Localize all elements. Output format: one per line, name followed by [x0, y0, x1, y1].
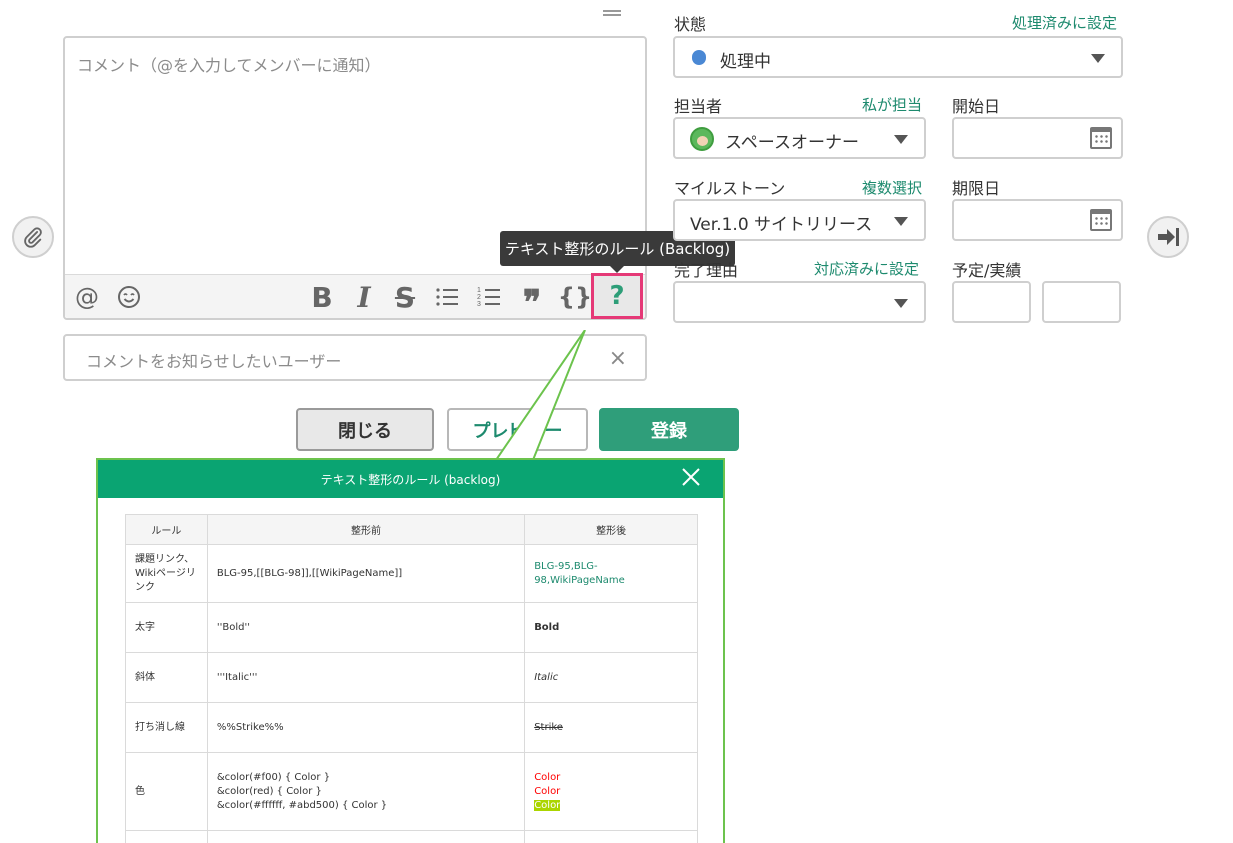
tooltip-arrow — [610, 266, 624, 273]
hours-label: 予定/実績 — [952, 261, 1022, 280]
table-header-row: ルール 整形前 整形後 — [125, 514, 698, 545]
status-color-dot — [692, 50, 706, 65]
resize-handle[interactable] — [603, 10, 621, 16]
table-row: 斜体 '''Italic''' Italic — [125, 652, 698, 703]
rule-cell: 色 — [125, 752, 208, 831]
resolution-select[interactable] — [673, 281, 926, 323]
multi-select-link[interactable]: 複数選択 — [862, 177, 922, 198]
assign-to-me-link[interactable]: 私が担当 — [862, 94, 922, 115]
chevron-down-icon — [894, 299, 908, 308]
before-cell: %%Strike%% — [206, 702, 526, 753]
avatar — [690, 127, 714, 151]
milestone-value: Ver.1.0 サイトリリース — [690, 215, 873, 235]
formatting-help-button[interactable]: ? — [591, 273, 643, 319]
numbered-list-icon: 1 2 3 — [477, 287, 500, 308]
table-row: 打ち消し線 %%Strike%% Strike — [125, 702, 698, 753]
before-line: &color(#ffffff, #abd500) { Color } — [216, 799, 388, 811]
table-row: 色 &color(#f00) { Color } &color(red) { C… — [125, 752, 698, 831]
after-line: Color — [534, 771, 561, 783]
due-date-field[interactable] — [952, 199, 1123, 241]
after-cell: Italic — [524, 652, 698, 703]
before-cell: '''Italic''' — [206, 652, 526, 703]
rule-cell: 太字 — [125, 602, 208, 653]
assignee-label: 担当者 — [674, 97, 723, 116]
svg-text:2: 2 — [477, 294, 481, 301]
after-cell: BLG-95,BLG-98,WikiPageName — [524, 544, 698, 603]
dialog-header: テキスト整形のルール (backlog) — [98, 460, 723, 498]
svg-text:1: 1 — [477, 287, 481, 294]
dialog-title: テキスト整形のルール (backlog) — [320, 472, 501, 487]
start-date-label: 開始日 — [952, 97, 1001, 116]
notify-users-placeholder: コメントをお知らせしたいユーザー — [86, 352, 342, 371]
after-line: Color — [534, 785, 561, 797]
rule-cell: 斜体 — [125, 652, 208, 703]
numbered-list-button[interactable]: 1 2 3 — [475, 275, 503, 319]
actual-hours-field[interactable] — [1042, 281, 1121, 323]
start-date-field[interactable] — [952, 117, 1123, 159]
comment-placeholder: コメント（@を入力してメンバーに通知） — [77, 56, 381, 75]
chevron-down-icon — [894, 217, 908, 226]
rules-table: ルール 整形前 整形後 課題リンク、Wikiページリンク BLG-95,[[BL… — [125, 514, 698, 843]
svg-text:3: 3 — [477, 301, 481, 308]
set-fixed-link[interactable]: 対応済みに設定 — [814, 258, 919, 279]
status-label: 状態 — [674, 15, 707, 34]
rule-cell: 打ち消し線 — [125, 702, 208, 753]
code-button[interactable]: {} — [558, 275, 592, 319]
after-cell: Bold — [524, 602, 698, 653]
table-row: 太字 ''Bold'' Bold — [125, 602, 698, 653]
table-row: 課題リンク、Wikiページリンク BLG-95,[[BLG-98]],[[Wik… — [125, 544, 698, 603]
submit-button[interactable]: 登録 — [599, 408, 739, 451]
chevron-down-icon — [1091, 54, 1105, 63]
before-line: &color(#f00) { Color } — [216, 771, 331, 783]
before-cell: &color(#f00) { Color } &color(red) { Col… — [206, 752, 526, 831]
status-value: 処理中 — [720, 52, 771, 72]
close-icon[interactable] — [681, 467, 701, 487]
highlighted-color-sample: Color — [534, 799, 561, 811]
before-cell: ''Bold'' — [206, 602, 526, 653]
comment-editor[interactable]: コメント（@を入力してメンバーに通知） @ B I S 1 2 3 ❞ {} ? — [63, 36, 647, 323]
collapse-panel-button[interactable] — [1147, 216, 1189, 258]
after-cell: Strike — [524, 702, 698, 753]
before-line: &color(red) { Color } — [216, 785, 322, 797]
close-button[interactable]: 閉じる — [296, 408, 434, 451]
smiley-icon — [118, 286, 140, 308]
bullet-list-button[interactable] — [433, 275, 461, 319]
status-select[interactable]: 処理中 — [673, 36, 1123, 78]
quote-button[interactable]: ❞ — [517, 275, 547, 323]
table-row — [125, 830, 698, 843]
bold-button[interactable]: B — [308, 275, 336, 319]
arrow-to-right-icon — [1158, 228, 1179, 246]
formatting-rules-dialog: テキスト整形のルール (backlog) ルール 整形前 整形後 課題リンク、W… — [96, 458, 725, 843]
chevron-down-icon — [894, 135, 908, 144]
column-header: 整形後 — [524, 514, 698, 545]
resolution-label: 完了理由 — [674, 261, 739, 280]
before-cell: BLG-95,[[BLG-98]],[[WikiPageName]] — [206, 544, 526, 603]
after-line: Color — [534, 799, 688, 813]
attach-file-button[interactable] — [12, 216, 54, 258]
milestone-select[interactable]: Ver.1.0 サイトリリース — [673, 199, 926, 241]
rule-cell: 課題リンク、Wikiページリンク — [125, 544, 208, 603]
assignee-select[interactable]: スペースオーナー — [673, 117, 926, 159]
due-date-label: 期限日 — [952, 179, 1001, 198]
calendar-icon[interactable] — [1090, 209, 1112, 231]
bullet-list-icon — [436, 288, 458, 306]
estimated-hours-field[interactable] — [952, 281, 1031, 323]
after-cell: Color Color Color — [524, 752, 698, 831]
paperclip-icon — [24, 227, 42, 248]
mention-button[interactable]: @ — [73, 275, 101, 319]
assignee-value: スペースオーナー — [725, 133, 859, 153]
milestone-label: マイルストーン — [674, 179, 786, 198]
strikethrough-button[interactable]: S — [391, 275, 419, 319]
italic-button[interactable]: I — [350, 275, 378, 319]
column-header: 整形前 — [206, 514, 526, 545]
column-header: ルール — [125, 514, 208, 545]
set-resolved-link[interactable]: 処理済みに設定 — [1012, 12, 1117, 33]
emoji-button[interactable] — [115, 275, 143, 319]
clear-icon[interactable]: × — [609, 346, 627, 371]
callout-pointer — [494, 330, 586, 461]
editor-toolbar: @ B I S 1 2 3 ❞ {} ? — [65, 273, 645, 323]
calendar-icon[interactable] — [1090, 127, 1112, 149]
